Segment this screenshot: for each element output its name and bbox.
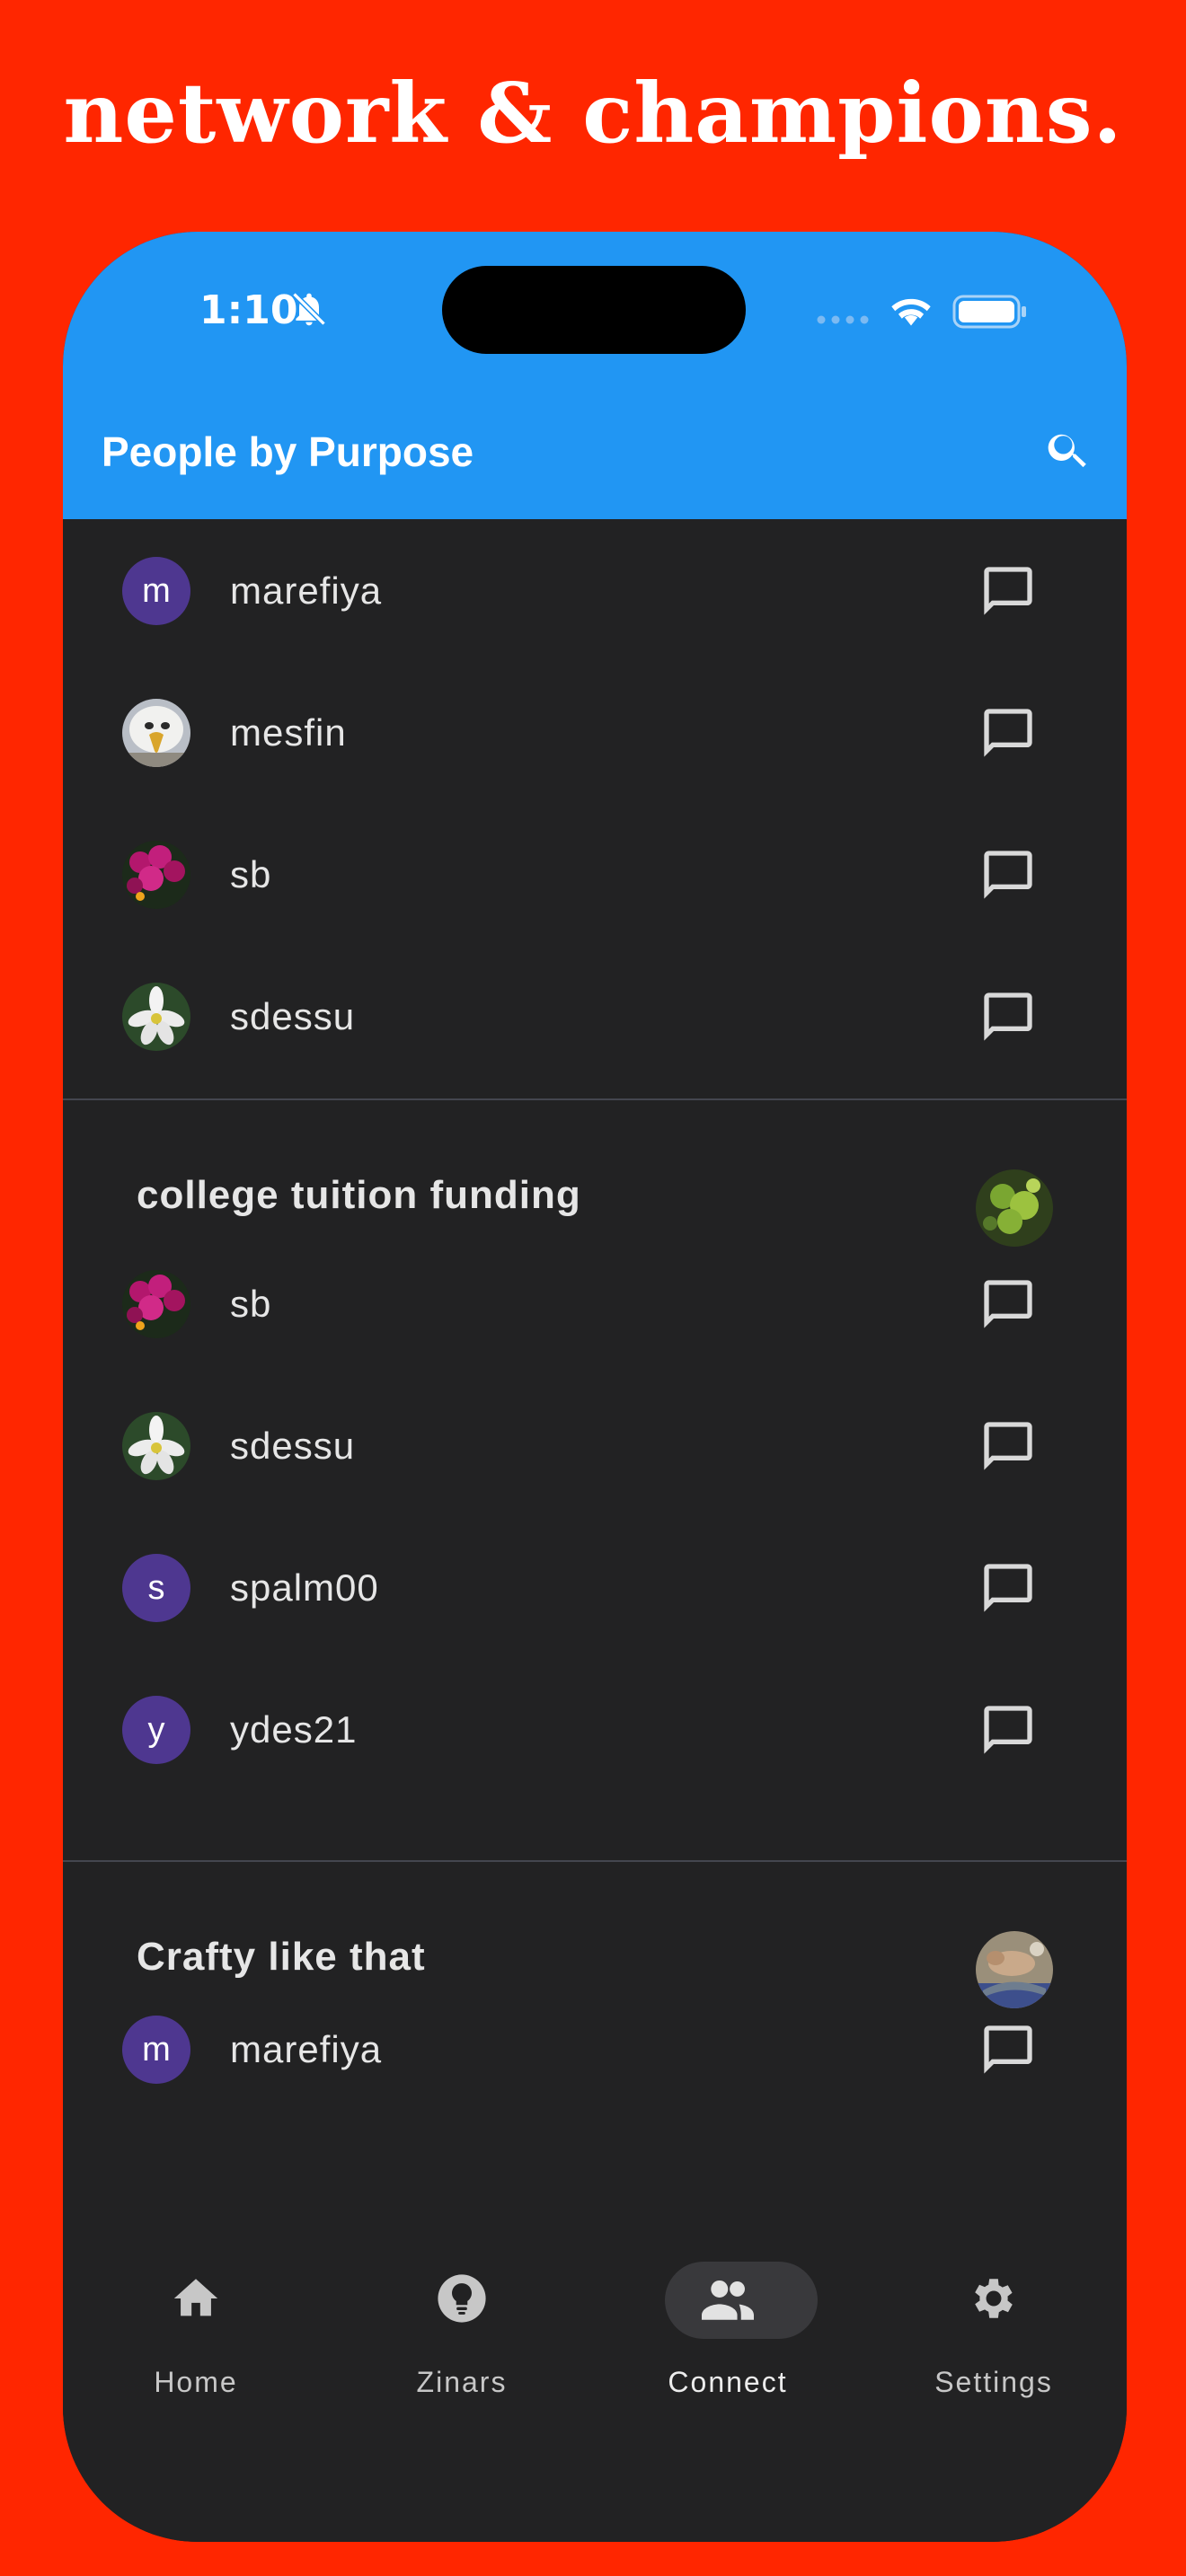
- person-name: marefiya: [230, 2028, 383, 2070]
- page-title: People by Purpose: [102, 428, 474, 475]
- avatar: m: [122, 557, 190, 625]
- avatar: [122, 1270, 190, 1338]
- avatar: y: [122, 1696, 190, 1764]
- person-name: sb: [230, 853, 272, 895]
- nav-zinars[interactable]: Zinars: [354, 2253, 570, 2432]
- bottom-navigation: Home Zinars Connect Settings: [63, 2253, 1127, 2542]
- list-item[interactable]: mesfin: [63, 661, 1127, 803]
- chat-icon[interactable]: [979, 1275, 1037, 1333]
- marketing-headline: network & champions.: [63, 65, 1123, 162]
- nav-connect[interactable]: Connect: [620, 2253, 836, 2432]
- app-header: 1:10 People by Purpose: [63, 232, 1127, 519]
- avatar: m: [122, 2016, 190, 2084]
- list-item[interactable]: y ydes21: [63, 1658, 1127, 1800]
- section-title[interactable]: Crafty like that: [137, 1935, 426, 1980]
- people-list: m marefiya mesfin sb sdessu college tuit…: [63, 519, 1127, 2495]
- list-item[interactable]: sb: [63, 803, 1127, 945]
- gear-icon: [975, 2279, 1013, 2318]
- chat-icon[interactable]: [979, 562, 1037, 620]
- chat-icon[interactable]: [979, 2021, 1037, 2078]
- person-name: spalm00: [230, 1566, 379, 1609]
- chat-icon[interactable]: [979, 1417, 1037, 1475]
- section-divider: [63, 1860, 1127, 1862]
- status-time: 1:10: [199, 287, 298, 333]
- avatar: [122, 1412, 190, 1480]
- battery-icon: [952, 295, 1026, 329]
- list-item[interactable]: s spalm00: [63, 1516, 1127, 1658]
- person-name: marefiya: [230, 569, 383, 612]
- person-name: sdessu: [230, 1425, 356, 1467]
- section-title[interactable]: college tuition funding: [137, 1173, 581, 1218]
- avatar: [122, 841, 190, 909]
- nav-label: Zinars: [416, 2366, 508, 2398]
- chat-icon[interactable]: [979, 1701, 1037, 1759]
- cellular-signal-icon: [817, 315, 869, 324]
- list-item[interactable]: sb: [63, 1232, 1127, 1374]
- person-name: sdessu: [230, 995, 356, 1037]
- dynamic-island: [442, 266, 746, 354]
- avatar: [122, 983, 190, 1051]
- avatar: s: [122, 1554, 190, 1622]
- list-item[interactable]: sdessu: [63, 945, 1127, 1087]
- list-item[interactable]: m marefiya: [63, 1978, 1127, 2120]
- list-item[interactable]: m marefiya: [63, 519, 1127, 661]
- people-icon: [702, 2280, 754, 2320]
- list-item[interactable]: sdessu: [63, 1374, 1127, 1516]
- avatar: [122, 699, 190, 767]
- lightbulb-icon: [438, 2274, 486, 2323]
- person-name: mesfin: [230, 711, 347, 754]
- chat-icon[interactable]: [979, 988, 1037, 1045]
- section-divider: [63, 1098, 1127, 1100]
- nav-label: Settings: [934, 2366, 1053, 2398]
- chat-icon[interactable]: [979, 1559, 1037, 1617]
- phone-frame: 1:10 People by Purpose m marefiya mesfin…: [63, 232, 1127, 2542]
- person-name: sb: [230, 1283, 272, 1325]
- nav-label: Connect: [668, 2366, 788, 2398]
- home-icon: [173, 2279, 218, 2316]
- chat-icon[interactable]: [979, 846, 1037, 904]
- person-name: ydes21: [230, 1708, 358, 1751]
- bell-muted-icon: [292, 292, 326, 326]
- chat-icon[interactable]: [979, 704, 1037, 762]
- nav-settings[interactable]: Settings: [886, 2253, 1102, 2432]
- wifi-icon: [891, 298, 931, 326]
- nav-label: Home: [154, 2366, 238, 2398]
- search-icon[interactable]: [1044, 426, 1093, 474]
- nav-home[interactable]: Home: [88, 2253, 304, 2432]
